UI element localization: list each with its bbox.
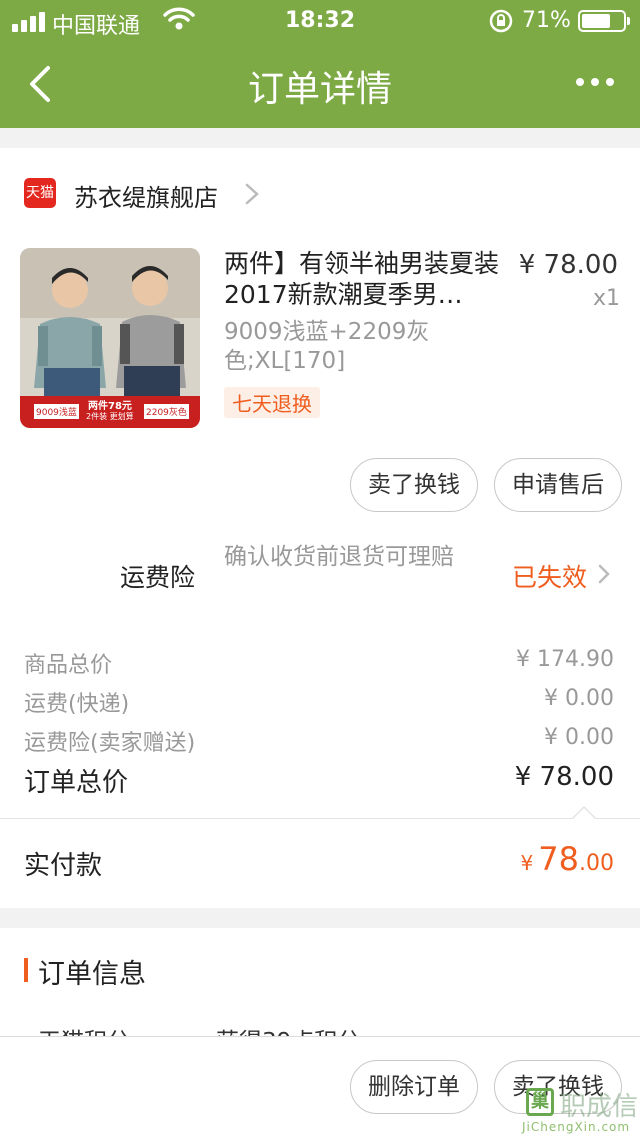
- shop-row[interactable]: 天猫 苏衣缇旗舰店: [0, 170, 640, 216]
- fee-label-goods-total: 商品总价: [24, 653, 113, 678]
- sell-for-cash-button[interactable]: 卖了换钱: [350, 458, 478, 512]
- paid-label: 实付款: [24, 851, 103, 881]
- fee-value-shipping: ¥ 0.00: [544, 686, 614, 711]
- watermark-url: JiChengXin.com: [522, 1120, 631, 1134]
- paid-amount: ¥ 78.00: [520, 840, 614, 878]
- order-info-title: 订单信息: [38, 959, 146, 990]
- fee-label-shipping: 运费(快递): [24, 692, 130, 717]
- apply-after-sale-button[interactable]: 申请售后: [494, 458, 622, 512]
- fee-value-goods-total: ¥ 174.90: [516, 647, 614, 672]
- product-sku: 9009浅蓝+2209灰色;XL[170]: [224, 319, 430, 374]
- divider: [0, 818, 640, 819]
- delete-order-button[interactable]: 删除订单: [350, 1060, 478, 1114]
- insurance-description: 确认收货前退货可理赔: [224, 544, 454, 570]
- order-total-label: 订单总价: [24, 768, 129, 798]
- chevron-right-icon: [597, 563, 611, 589]
- page-title: 订单详情: [247, 69, 392, 110]
- battery-icon: [578, 10, 630, 32]
- product-thumbnail[interactable]: 9009浅蓝 两件78元 2件装 更划算 2209灰色: [20, 248, 200, 428]
- chevron-right-icon: [244, 182, 260, 210]
- banner-left-tag: 9009浅蓝: [34, 404, 79, 419]
- return-policy-badge: 七天退换: [224, 387, 320, 418]
- more-icon[interactable]: [576, 78, 614, 86]
- product-price: ¥ 78.00: [518, 250, 618, 280]
- insurance-label: 运费险: [120, 563, 196, 592]
- tmall-icon: 天猫: [24, 178, 56, 208]
- banner-promo-bottom: 2件装 更划算: [86, 412, 134, 421]
- banner-promo-top: 两件78元: [88, 401, 132, 412]
- nav-bar: 订单详情: [0, 40, 640, 128]
- rotation-lock-icon: [488, 8, 514, 40]
- battery-percent: 71%: [522, 8, 571, 33]
- banner-right-tag: 2209灰色: [144, 404, 189, 419]
- watermark-text: 职成信: [560, 1092, 639, 1122]
- fee-label-insurance: 运费险(卖家赠送): [24, 731, 196, 756]
- product-title[interactable]: 两件】有领半袖男装夏装2017新款潮夏季男…: [224, 248, 504, 312]
- section-accent-bar: [24, 958, 28, 982]
- shop-name: 苏衣缇旗舰店: [74, 184, 218, 212]
- watermark-logo: 巢 职成信 JiChengXin.com: [520, 1084, 640, 1136]
- order-total-value: ¥ 78.00: [514, 762, 614, 792]
- status-bar: 中国联通 18:32 71%: [0, 0, 640, 40]
- watermark-mark: 巢: [526, 1088, 554, 1116]
- fee-value-insurance: ¥ 0.00: [544, 725, 614, 750]
- product-quantity: x1: [592, 286, 620, 311]
- insurance-status: 已失效: [512, 563, 588, 592]
